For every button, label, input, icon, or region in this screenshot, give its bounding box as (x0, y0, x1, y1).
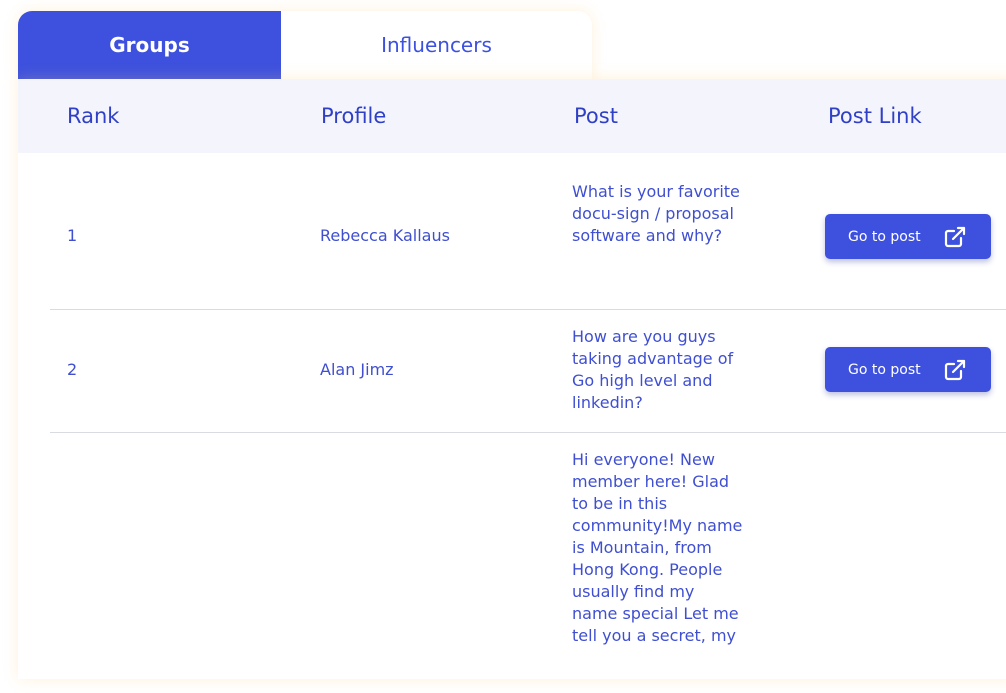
table-header: Rank Profile Post Post Link (18, 79, 1006, 153)
header-post: Post (574, 104, 618, 128)
go-to-post-label: Go to post (848, 228, 921, 245)
header-profile: Profile (321, 104, 387, 128)
go-to-post-button[interactable]: Go to post (825, 347, 991, 392)
table-row: Hi everyone! New member here! Glad to be… (50, 433, 1006, 693)
header-post-link: Post Link (828, 104, 922, 128)
profile-cell[interactable]: Alan Jimz (320, 360, 394, 379)
tab-bar: Groups Influencers (18, 11, 592, 79)
post-cell: What is your favorite docu-sign / propos… (572, 182, 740, 245)
post-cell: How are you guys taking advantage of Go … (572, 327, 734, 412)
rank-cell: 1 (67, 226, 78, 245)
posts-table: Rank Profile Post Post Link 1 Rebecca Ka… (18, 79, 1006, 679)
tab-groups[interactable]: Groups (18, 11, 281, 79)
table-row: 2 Alan Jimz How are you guys taking adva… (50, 310, 1006, 433)
table-row: 1 Rebecca Kallaus What is your favorite … (50, 153, 1006, 310)
post-cell: Hi everyone! New member here! Glad to be… (572, 450, 743, 645)
external-link-icon (944, 359, 966, 381)
go-to-post-button[interactable]: Go to post (825, 214, 991, 259)
external-link-icon (944, 226, 966, 248)
header-rank: Rank (67, 104, 120, 128)
rank-cell: 2 (67, 360, 78, 379)
go-to-post-label: Go to post (848, 361, 921, 378)
tab-influencers[interactable]: Influencers (281, 11, 592, 79)
profile-cell[interactable]: Rebecca Kallaus (320, 226, 450, 245)
